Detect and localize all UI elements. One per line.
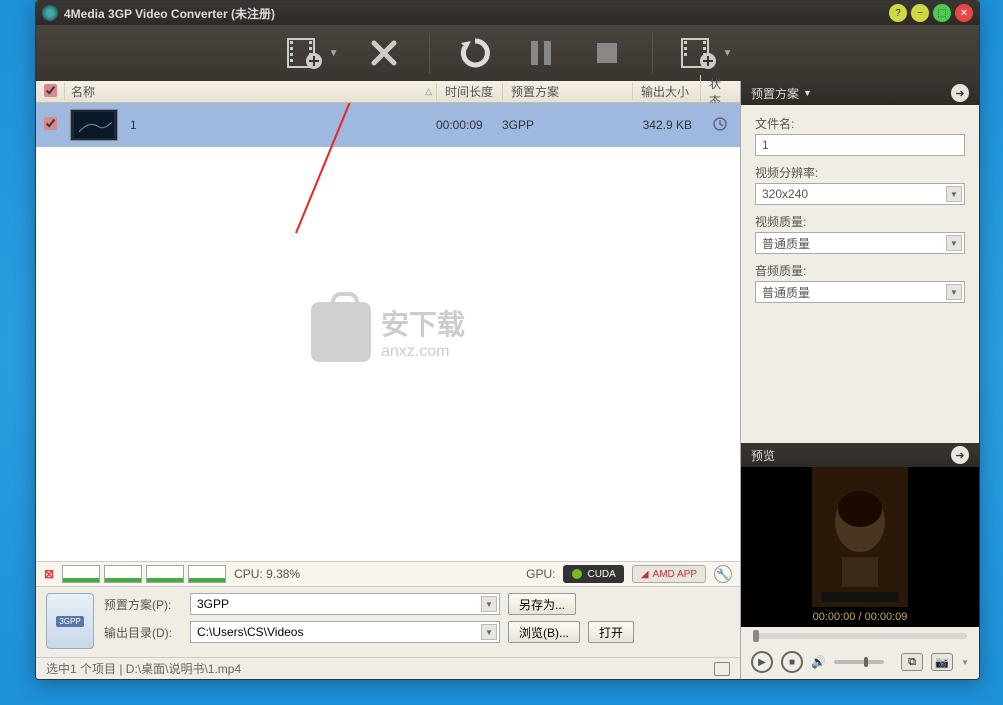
format-badge: 3GPP [56,616,83,627]
dropdown-icon[interactable]: ▼ [723,48,733,59]
snapshot-button[interactable]: ⧉ [901,653,923,671]
resolution-select[interactable]: 320x240 ▼ [755,183,965,205]
chevron-down-icon[interactable]: ▼ [803,88,812,98]
cpu-graphs [62,565,226,583]
stop-button[interactable] [586,32,628,74]
row-preset: 3GPP [502,118,632,132]
remove-button[interactable] [363,32,405,74]
app-window: 4Media 3GP Video Converter (未注册) ? − ⬚ ✕… [35,0,980,680]
watermark-sub: anxz.com [381,343,465,361]
header-time[interactable]: 时间长度 [436,83,502,100]
filename-label: 文件名: [755,115,965,132]
chevron-down-icon: ▼ [946,235,962,251]
bottom-controls: 3GPP 预置方案(P): 3GPP ▼ 另存为... 输出目录(D): [36,587,740,657]
cpu-core-graph [146,565,184,583]
volume-icon[interactable]: 🔊 [811,655,826,669]
preview-time: 00:00:00 / 00:00:09 [741,607,979,627]
preset-panel-header: 预置方案 ▼ ➜ [741,81,979,105]
close-button[interactable]: ✕ [955,4,973,22]
cpu-core-graph [188,565,226,583]
statusbar: 选中1 个项目 | D:\桌面\说明书\1.mp4 [36,657,740,679]
dropdown-icon[interactable]: ▼ [329,48,339,59]
row-thumbnail [70,109,118,141]
app-icon [42,5,58,21]
output-label: 输出目录(D): [104,624,182,641]
row-time: 00:00:09 [436,118,502,132]
chevron-down-icon: ▼ [481,624,497,640]
aquality-select[interactable]: 普通质量 ▼ [755,281,965,303]
chevron-down-icon: ▼ [946,186,962,202]
cpu-core-graph [104,565,142,583]
right-panel: 预置方案 ▼ ➜ 文件名: 1 视频分辨率: 320x240 ▼ [741,81,979,679]
browse-button[interactable]: 浏览(B)... [508,621,580,643]
saveas-button[interactable]: 另存为... [508,593,576,615]
perf-close-button[interactable]: ⊠ [44,567,54,581]
row-status-icon [700,117,740,134]
header-name[interactable]: 名称 [64,83,425,100]
pause-button[interactable] [520,32,562,74]
cpu-core-graph [62,565,100,583]
chevron-down-icon: ▼ [946,284,962,300]
main-area: 名称 △ 时间长度 预置方案 输出大小 状态 1 00:00:09 3GPP 3… [36,81,979,679]
camera-button[interactable]: 📷 [931,653,953,671]
output-dir-select[interactable]: C:\Users\CS\Videos ▼ [190,621,500,643]
preview-panel-header: 预览 ➜ [741,443,979,467]
cpu-label: CPU: 9.38% [234,567,300,581]
open-button[interactable]: 打开 [588,621,634,643]
amd-badge[interactable]: ◢ AMD APP [632,565,706,583]
header-checkbox[interactable] [36,84,64,100]
watermark: 安下载 anxz.com [311,302,465,362]
status-text: 选中1 个项目 | D:\桌面\说明书\1.mp4 [46,660,241,677]
add-output-button[interactable] [677,32,719,74]
cuda-badge[interactable]: CUDA [563,565,623,583]
properties-panel: 文件名: 1 视频分辨率: 320x240 ▼ 视频质量: 普通质量 [741,105,979,313]
vquality-label: 视频质量: [755,213,965,230]
preset-select[interactable]: 3GPP ▼ [190,593,500,615]
convert-button[interactable] [454,32,496,74]
performance-bar: ⊠ CPU: 9.38% GPU: CUDA ◢ AMD APP [36,561,740,587]
preset-label: 预置方案(P): [104,596,182,613]
vquality-select[interactable]: 普通质量 ▼ [755,232,965,254]
header-size[interactable]: 输出大小 [632,83,700,100]
play-button[interactable]: ▶ [751,651,773,673]
grid-body: 1 00:00:09 3GPP 342.9 KB 安下载 anxz.com [36,103,740,561]
row-checkbox[interactable] [36,117,64,133]
preview-slider[interactable] [741,627,979,645]
lock-icon [311,302,371,362]
window-buttons: ? − ⬚ ✕ [889,4,973,22]
window-title: 4Media 3GP Video Converter (未注册) [64,5,889,22]
minimize-button[interactable]: − [911,4,929,22]
header-preset[interactable]: 预置方案 [502,83,632,100]
table-row[interactable]: 1 00:00:09 3GPP 342.9 KB [36,103,740,147]
separator [652,33,653,73]
expand-button[interactable]: ➜ [951,446,969,464]
separator [429,33,430,73]
resolution-label: 视频分辨率: [755,164,965,181]
watermark-text: 安下载 [381,303,465,343]
help-button[interactable]: ? [889,4,907,22]
row-size: 342.9 KB [632,118,700,132]
aquality-label: 音频质量: [755,262,965,279]
grid-header: 名称 △ 时间长度 预置方案 输出大小 状态 [36,81,740,103]
stop-preview-button[interactable]: ■ [781,651,803,673]
volume-slider[interactable] [834,660,884,664]
titlebar: 4Media 3GP Video Converter (未注册) ? − ⬚ ✕ [36,1,979,25]
add-file-button[interactable] [283,32,325,74]
chevron-down-icon: ▼ [481,596,497,612]
left-panel: 名称 △ 时间长度 预置方案 输出大小 状态 1 00:00:09 3GPP 3… [36,81,741,679]
sort-icon: △ [425,86,436,97]
filename-input[interactable]: 1 [755,134,965,156]
row-name: 1 [124,118,436,132]
preview-area: 00:00:00 / 00:00:09 [741,467,979,627]
chevron-down-icon[interactable]: ▼ [961,658,969,667]
output-format-icon: 3GPP [46,593,94,649]
toolbar: ▼ ▼ [36,25,979,81]
perf-settings-button[interactable]: 🔧 [714,565,732,583]
expand-button[interactable]: ➜ [951,84,969,102]
statusbar-icon[interactable] [714,662,730,676]
gpu-label: GPU: [526,567,555,581]
preview-image [812,467,908,607]
preview-controls: ▶ ■ 🔊 ⧉ 📷 ▼ [741,645,979,679]
maximize-button[interactable]: ⬚ [933,4,951,22]
